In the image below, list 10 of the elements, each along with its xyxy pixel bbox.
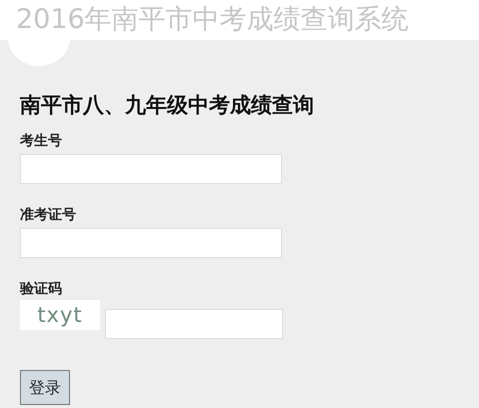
field-label: 考生号: [20, 132, 62, 150]
site-title: 2016年南平市中考成绩查询系统: [16, 4, 409, 35]
form-heading: 南平市八、九年级中考成绩查询: [20, 92, 315, 118]
field-label: 验证码: [20, 280, 62, 298]
input-field[interactable]: [20, 154, 282, 184]
captcha-image: txyt: [20, 300, 100, 330]
input-field[interactable]: [20, 228, 282, 258]
field-label: 准考证号: [20, 206, 76, 224]
login-button[interactable]: 登录: [20, 370, 70, 405]
captcha-field[interactable]: [105, 309, 283, 339]
